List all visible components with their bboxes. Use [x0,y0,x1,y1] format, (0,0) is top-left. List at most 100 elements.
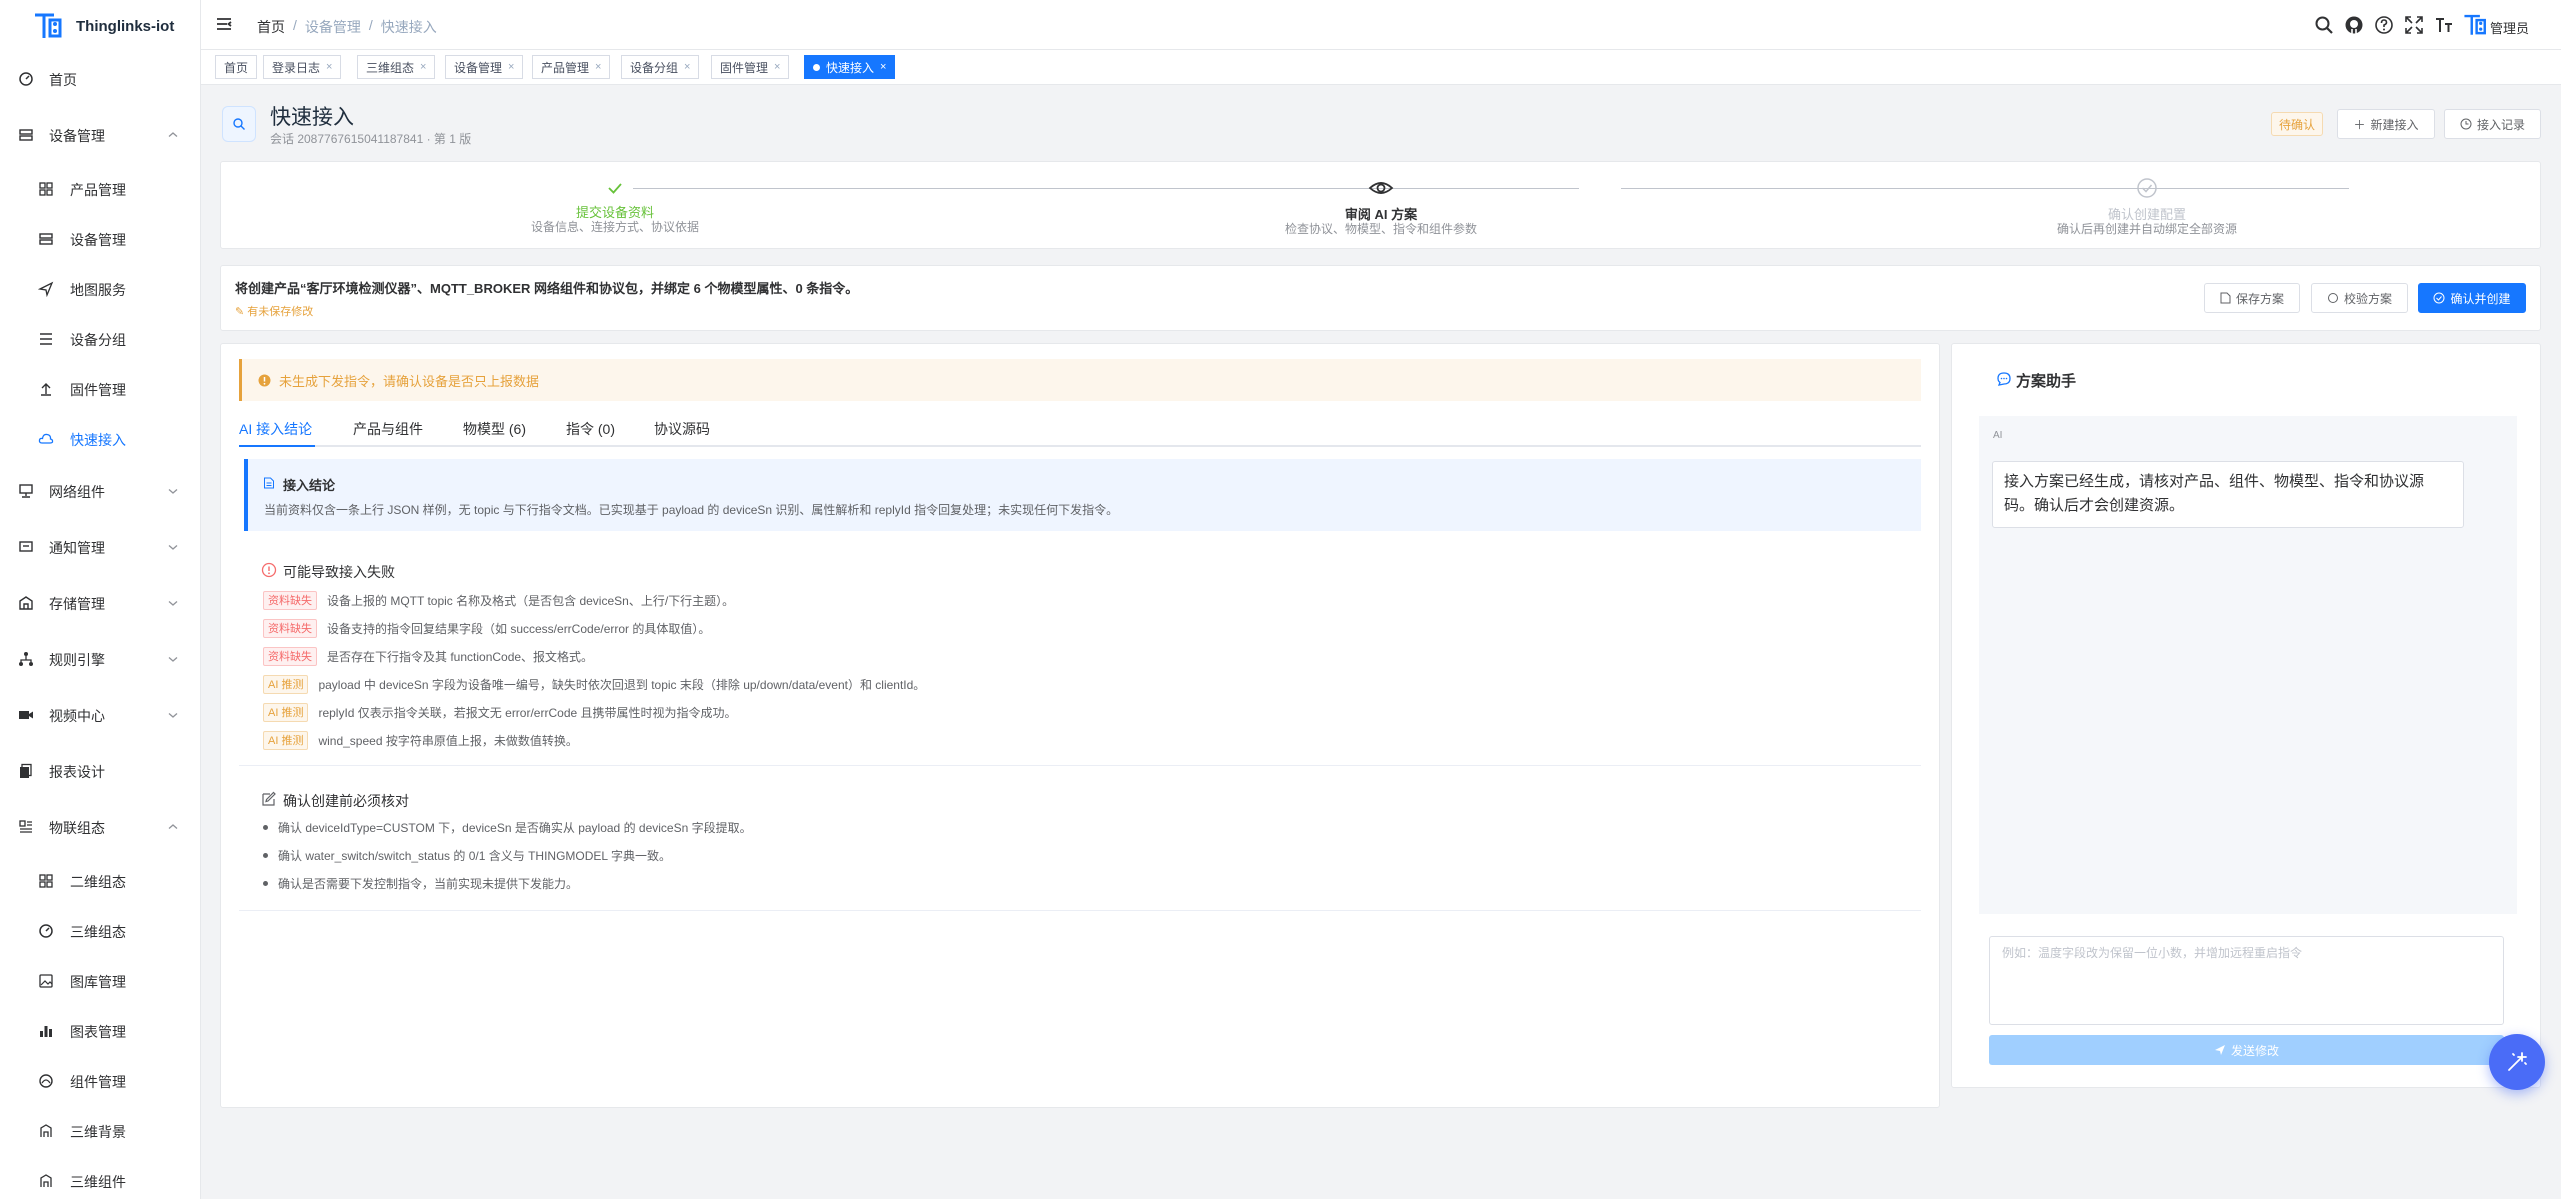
session-subtitle: 会话 2087767615041187841 · 第 1 版 [270,132,472,146]
close-icon[interactable]: × [684,61,690,73]
chat-icon [1997,372,2011,386]
plan-summary-text: 将创建产品“客厅环境检测仪器”、MQTT_BROKER 网络组件和协议包，并绑定… [235,281,859,296]
chevron-up-icon [167,129,179,141]
sidebar-item-7[interactable]: 快速接入 [0,419,200,459]
help-icon[interactable] [2374,15,2394,35]
section-divider [239,765,1921,766]
risk-item: AI 推测 replyId 仅表示指令关联，若报文无 error/errCode … [263,701,737,723]
github-icon[interactable] [2344,15,2364,35]
risk-tag: AI 推测 [263,702,309,722]
send-edit-button[interactable]: 发送修改 [1989,1035,2504,1065]
sidebar-item-label: 规则引擎 [49,652,105,668]
rules-icon [18,651,34,667]
ai-assistant-fab[interactable] [2489,1034,2545,1090]
sidebar-item-11[interactable]: 规则引擎 [0,639,200,679]
sidebar-item-14[interactable]: 物联组态 [0,807,200,847]
confirm-create-button[interactable]: 确认并创建 [2418,283,2526,313]
close-icon[interactable]: × [508,61,514,73]
close-icon[interactable]: × [774,61,780,73]
tab-thing-model[interactable]: 物模型 (6) [463,419,526,439]
status-badge: 待确认 [2271,112,2324,136]
sidebar: Thinglinks-iot 首页 设备管理 产品管理 设备管理 地图服务 设备分组 固件管… [0,0,201,1199]
conclusion-body: 当前资料仅含一条上行 JSON 样例，无 topic 与下行指令文档。已实现基于… [264,503,1119,517]
tab-ai-conclusion[interactable]: AI 接入结论 [239,419,312,439]
validate-plan-button[interactable]: 校验方案 [2311,283,2408,313]
sidebar-item-label: 三维组态 [70,924,126,940]
hamburger-icon[interactable] [215,15,233,33]
tag-4[interactable]: 产品管理 × [532,55,611,79]
sidebar-item-16[interactable]: 三维组态 [0,911,200,951]
new-access-button[interactable]: ＋ 新建接入 [2337,109,2435,139]
sidebar-item-label: 设备管理 [49,128,105,144]
background-icon [38,1173,54,1189]
sidebar-item-4[interactable]: 地图服务 [0,269,200,309]
active-dot [813,63,820,71]
tag-7[interactable]: 快速接入 × [804,55,896,79]
close-icon[interactable]: × [326,61,332,73]
sidebar-item-6[interactable]: 固件管理 [0,369,200,409]
sidebar-item-18[interactable]: 图表管理 [0,1011,200,1051]
chevron-down-icon [167,541,179,553]
background-icon [38,1123,54,1139]
sidebar-item-0[interactable]: 首页 [0,59,200,99]
font-size-icon[interactable] [2434,15,2454,35]
cloud-icon [38,431,54,447]
sidebar-item-9[interactable]: 通知管理 [0,527,200,567]
tag-1[interactable]: 登录日志 × [263,55,342,79]
plan-summary-card: 将创建产品“客厅环境检测仪器”、MQTT_BROKER 网络组件和协议包，并绑定… [220,265,2541,331]
admin-username[interactable]: 管理员 [2490,18,2529,37]
sidebar-item-label: 地图服务 [70,282,126,298]
sidebar-item-13[interactable]: 报表设计 [0,751,200,791]
sidebar-item-20[interactable]: 三维背景 [0,1111,200,1151]
avatar[interactable] [2462,12,2488,38]
check-item: 确认 water_switch/switch_status 的 0/1 含义与 … [263,847,671,864]
search-icon[interactable] [2314,15,2334,35]
sidebar-item-2[interactable]: 产品管理 [0,169,200,209]
tab-product-components[interactable]: 产品与组件 [353,419,423,439]
close-icon[interactable]: × [420,61,426,73]
checks-title: 确认创建前必须核对 [283,793,409,809]
step-1-desc: 设备信息、连接方式、协议依据 [530,220,700,234]
sidebar-item-17[interactable]: 图库管理 [0,961,200,1001]
chat-input[interactable]: 例如：温度字段改为保留一位小数，并增加远程重启指令 [1989,936,2504,1025]
sidebar-item-5[interactable]: 设备分组 [0,319,200,359]
tab-commands[interactable]: 指令 (0) [566,419,615,439]
risk-tag: 资料缺失 [263,646,317,666]
save-plan-button[interactable]: 保存方案 [2204,283,2300,313]
tag-2[interactable]: 三维组态 × [357,55,436,79]
list-icon [38,331,54,347]
warning-text: 未生成下发指令，请确认设备是否只上报数据 [279,373,540,389]
breadcrumb-separator: / [293,17,297,33]
close-icon[interactable]: × [595,61,601,73]
assistant-title: 方案助手 [2016,373,2077,390]
breadcrumb-item-home[interactable]: 首页 [257,17,285,37]
sidebar-item-3[interactable]: 设备管理 [0,219,200,259]
sidebar-item-label: 产品管理 [70,182,126,198]
network-icon [18,483,34,499]
sidebar-item-label: 存储管理 [49,596,105,612]
sidebar-item-1[interactable]: 设备管理 [0,115,200,155]
sidebar-item-12[interactable]: 视频中心 [0,695,200,735]
document-icon [2220,292,2231,304]
app-logo[interactable]: Thinglinks-iot [32,6,174,46]
risk-item: 资料缺失 设备支持的指令回复结果字段（如 success/errCode/erro… [263,617,710,639]
tab-protocol-source[interactable]: 协议源码 [654,419,710,439]
tag-3[interactable]: 设备管理 × [445,55,524,79]
access-history-button[interactable]: 接入记录 [2444,109,2541,139]
sidebar-item-15[interactable]: 二维组态 [0,861,200,901]
sidebar-item-8[interactable]: 网络组件 [0,471,200,511]
breadcrumb-item-device[interactable]: 设备管理 [305,17,361,37]
dashboard-icon [38,923,54,939]
close-icon[interactable]: × [880,61,886,73]
bar-chart-icon [38,1023,54,1039]
tag-6[interactable]: 固件管理 × [711,55,790,79]
sidebar-item-19[interactable]: 组件管理 [0,1061,200,1101]
fullscreen-icon[interactable] [2404,15,2424,35]
tag-label: 设备管理 [454,60,503,75]
tag-0[interactable]: 首页 [215,55,258,79]
tag-5[interactable]: 设备分组 × [621,55,700,79]
sidebar-item-21[interactable]: 三维组件 [0,1161,200,1199]
sidebar-item-10[interactable]: 存储管理 [0,583,200,623]
clock-icon [2460,118,2472,130]
eye-icon [1368,182,1394,194]
